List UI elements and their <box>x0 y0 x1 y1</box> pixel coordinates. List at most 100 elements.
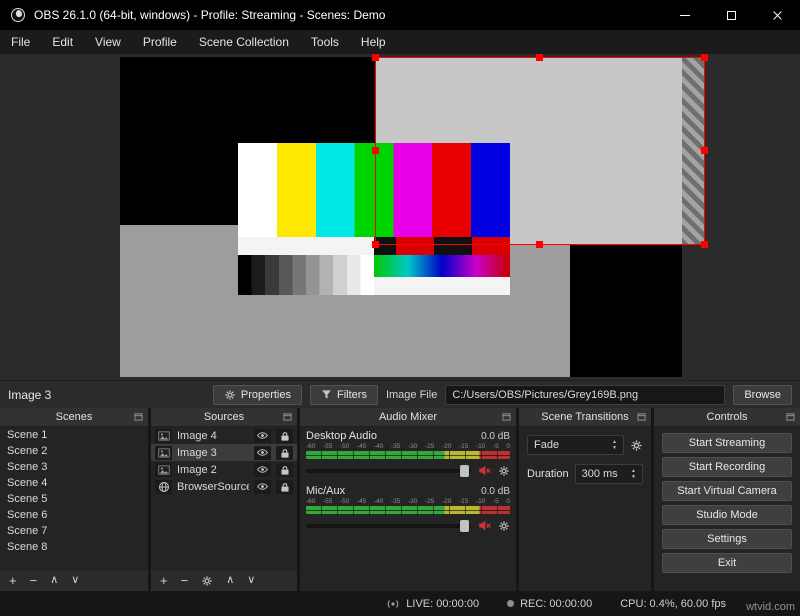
mute-speaker-icon[interactable] <box>478 464 491 477</box>
audio-mixer-dock-title: Audio Mixer <box>378 411 438 423</box>
scenes-toolbar: + − ∧ ∨ <box>0 569 148 591</box>
selection-handle-middle-right[interactable] <box>701 147 708 154</box>
mute-speaker-icon[interactable] <box>478 519 491 532</box>
selection-handle-top-left[interactable] <box>372 54 379 61</box>
scene-list-item[interactable]: Scene 3 <box>0 459 148 475</box>
scenes-dock-title: Scenes <box>55 411 93 423</box>
volume-meter <box>306 506 510 514</box>
channel-settings-gear-icon[interactable] <box>498 465 510 477</box>
volume-slider[interactable] <box>306 519 471 532</box>
colorbar-bottom <box>238 255 510 295</box>
source-list-item[interactable]: BrowserSource <box>151 478 297 495</box>
visibility-eye-icon[interactable] <box>254 445 271 460</box>
start-streaming-button[interactable]: Start Streaming <box>662 433 792 453</box>
scene-list-item[interactable]: Scene 5 <box>0 491 148 507</box>
visibility-eye-icon[interactable] <box>254 428 271 443</box>
scene-list-item[interactable]: Scene 1 <box>0 427 148 443</box>
maximize-icon <box>726 10 736 20</box>
image-source-icon <box>155 428 172 443</box>
channel-level-db: 0.0 dB <box>481 486 510 497</box>
menu-item-scene-collection[interactable]: Scene Collection <box>188 30 300 54</box>
spinbox-arrows-icon[interactable]: ▲ ▼ <box>631 468 636 480</box>
visibility-eye-icon[interactable] <box>254 479 271 494</box>
filters-button[interactable]: Filters <box>310 384 378 405</box>
sources-dock-header[interactable]: Sources <box>151 408 297 427</box>
live-status: LIVE: 00:00:00 <box>386 598 479 610</box>
source-list-item[interactable]: Image 4 <box>151 427 297 444</box>
audio-mixer-dock-header[interactable]: Audio Mixer <box>300 408 516 427</box>
move-source-down-button[interactable]: ∨ <box>247 575 255 586</box>
minimize-button[interactable] <box>662 0 708 30</box>
volume-slider-handle[interactable] <box>460 519 469 532</box>
add-source-button[interactable]: + <box>160 574 168 587</box>
selection-handle-bottom-left[interactable] <box>372 241 379 248</box>
rec-timer: REC: 00:00:00 <box>520 597 593 610</box>
remove-source-button[interactable]: − <box>181 574 189 587</box>
dock-popout-icon <box>283 413 292 421</box>
colorbar-rainbow-strip <box>374 255 510 278</box>
transitions-dock-header[interactable]: Scene Transitions <box>519 408 651 427</box>
scene-list-item[interactable]: Scene 4 <box>0 475 148 491</box>
controls-dock-header[interactable]: Controls <box>654 408 800 427</box>
remove-scene-button[interactable]: − <box>30 574 38 587</box>
obs-logo-icon <box>10 7 26 23</box>
duration-label: Duration <box>527 468 569 480</box>
transition-selected-value: Fade <box>534 439 560 451</box>
selection-handle-top-center[interactable] <box>536 54 543 61</box>
maximize-button[interactable] <box>708 0 754 30</box>
scene-list-item[interactable]: Scene 8 <box>0 539 148 555</box>
record-dot-icon <box>507 600 515 607</box>
source-list-item[interactable]: Image 2 <box>151 461 297 478</box>
sources-dock: Sources Image 4 Image 3 Image 2 BrowserS… <box>151 408 297 591</box>
scenes-dock-header[interactable]: Scenes <box>0 408 148 427</box>
visibility-eye-icon[interactable] <box>254 462 271 477</box>
audio-mixer-dock: Audio Mixer Desktop Audio 0.0 dB -60 -55-… <box>300 408 516 591</box>
lock-icon[interactable] <box>276 462 293 477</box>
close-button[interactable] <box>754 0 800 30</box>
menu-item-file[interactable]: File <box>0 30 41 54</box>
move-source-up-button[interactable]: ∧ <box>226 575 234 586</box>
dock-popout-icon <box>637 413 646 421</box>
scenes-dock: Scenes Scene 1 Scene 2 Scene 3 Scene 4 S… <box>0 408 148 591</box>
properties-button[interactable]: Properties <box>212 384 302 405</box>
selection-bounding-box[interactable] <box>372 54 708 248</box>
menu-item-profile[interactable]: Profile <box>132 30 188 54</box>
selection-handle-middle-left[interactable] <box>372 147 379 154</box>
selection-handle-top-right[interactable] <box>701 54 708 61</box>
browse-button[interactable]: Browse <box>733 384 792 405</box>
rec-status: REC: 00:00:00 <box>507 598 592 610</box>
menu-item-tools[interactable]: Tools <box>300 30 350 54</box>
transition-properties-button[interactable] <box>630 439 643 452</box>
lock-icon[interactable] <box>276 479 293 494</box>
docks-area: Scenes Scene 1 Scene 2 Scene 3 Scene 4 S… <box>0 408 800 591</box>
move-scene-up-button[interactable]: ∧ <box>50 575 58 586</box>
start-recording-button[interactable]: Start Recording <box>662 457 792 477</box>
source-properties-gear-button[interactable] <box>201 575 213 587</box>
move-scene-down-button[interactable]: ∨ <box>71 575 79 586</box>
image-source-icon <box>155 445 172 460</box>
mixer-channel-desktop-audio: Desktop Audio 0.0 dB -60 -55 -50 -45 -40 -35-… <box>300 427 516 482</box>
lock-icon[interactable] <box>276 445 293 460</box>
menu-item-view[interactable]: View <box>84 30 132 54</box>
selection-handle-bottom-center[interactable] <box>536 241 543 248</box>
volume-slider[interactable] <box>306 464 471 477</box>
scene-list-item[interactable]: Scene 7 <box>0 523 148 539</box>
source-list-item-selected[interactable]: Image 3 <box>151 444 297 461</box>
add-scene-button[interactable]: + <box>9 574 17 587</box>
channel-settings-gear-icon[interactable] <box>498 520 510 532</box>
menu-item-help[interactable]: Help <box>350 30 397 54</box>
exit-button[interactable]: Exit <box>662 553 792 573</box>
lock-icon[interactable] <box>276 428 293 443</box>
selection-handle-bottom-right[interactable] <box>701 241 708 248</box>
transition-select[interactable]: Fade ▲ ▼ <box>527 435 624 455</box>
menu-item-edit[interactable]: Edit <box>41 30 84 54</box>
scene-list-item[interactable]: Scene 6 <box>0 507 148 523</box>
volume-slider-handle[interactable] <box>460 464 469 477</box>
settings-button[interactable]: Settings <box>662 529 792 549</box>
start-virtual-camera-button[interactable]: Start Virtual Camera <box>662 481 792 501</box>
duration-spinbox[interactable]: 300 ms ▲ ▼ <box>574 464 643 484</box>
studio-mode-button[interactable]: Studio Mode <box>662 505 792 525</box>
scene-list-item[interactable]: Scene 2 <box>0 443 148 459</box>
colorbar-gray-wedge <box>238 255 374 295</box>
image-file-path-input[interactable] <box>445 384 726 405</box>
